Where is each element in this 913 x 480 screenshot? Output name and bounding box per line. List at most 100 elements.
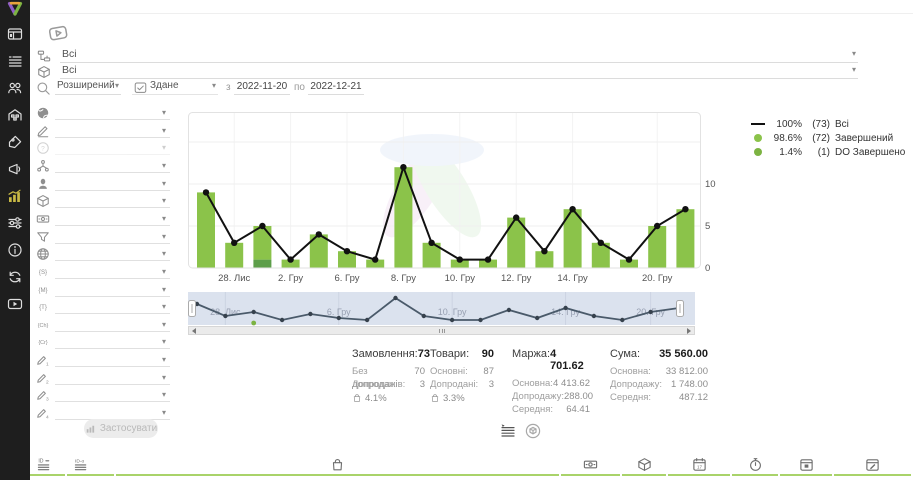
stat-title: Товари: xyxy=(430,348,469,360)
sidebar-item-announce[interactable] xyxy=(0,155,30,182)
stat-total: 4 701.62 xyxy=(550,348,590,372)
navigator-left-handle[interactable] xyxy=(188,300,196,317)
navigator-scrollbar[interactable] xyxy=(188,326,695,335)
sidebar-item-settings-sliders[interactable] xyxy=(0,209,30,236)
line-point xyxy=(513,214,519,220)
column-header-id-lines[interactable]: ID xyxy=(30,455,65,476)
search-icon xyxy=(36,81,51,96)
apply-button-label: Застосувати xyxy=(100,423,157,434)
column-header-calendar-edit[interactable] xyxy=(834,455,911,476)
sidebar-item-orders-list[interactable] xyxy=(0,47,30,74)
sidebar-item-customers[interactable] xyxy=(0,74,30,101)
chevron-down-icon: ▾ xyxy=(162,320,166,330)
filter-utm-source-select[interactable]: ▾ xyxy=(55,264,170,279)
column-header-money[interactable] xyxy=(561,455,620,476)
search-mode-select[interactable]: Розширений ▾ xyxy=(55,80,121,95)
orders-table-header: ID ID-o 17 xyxy=(30,455,913,478)
legend-item-2[interactable]: 1.4% (1) DO Завершено xyxy=(748,145,905,159)
package-icon xyxy=(637,457,652,472)
filter-custom-field-3-select[interactable]: ▾ xyxy=(55,387,170,402)
legend-count: (1) xyxy=(802,147,830,158)
utm-term-icon: {T} xyxy=(36,300,50,314)
filter-package-select[interactable]: ▾ xyxy=(55,193,170,208)
bag-percent-icon xyxy=(352,393,362,403)
y-tick-label: 10 xyxy=(705,179,716,190)
legend-item-1[interactable]: 98.6% (72) Завершений xyxy=(748,131,905,145)
package-view-icon[interactable] xyxy=(525,423,541,439)
legend-item-0[interactable]: 100% (73) Всі xyxy=(748,117,905,131)
dashboard-icon xyxy=(7,26,23,42)
scroll-right-icon[interactable] xyxy=(687,328,691,334)
filter-hierarchy-select[interactable]: ▾ xyxy=(55,158,170,173)
date-from-input[interactable]: 2022-11-20 xyxy=(234,80,290,95)
app-logo-icon[interactable] xyxy=(6,1,24,17)
scroll-left-icon[interactable] xyxy=(192,328,196,334)
filter-globe-select[interactable]: ▾ xyxy=(55,246,170,261)
column-header-calendar-date[interactable]: 17 xyxy=(668,455,730,476)
scrollbar-grip[interactable] xyxy=(439,329,445,333)
filter-money-select[interactable]: ▾ xyxy=(55,211,170,226)
sidebar-item-analytics[interactable] xyxy=(0,182,30,209)
filter-custom-field-4-select[interactable]: ▾ xyxy=(55,405,170,420)
column-header-package[interactable] xyxy=(622,455,666,476)
svg-text:{T}: {T} xyxy=(39,304,47,311)
stat-value: 4 413.62 xyxy=(553,377,590,390)
sidebar-item-warehouse[interactable] xyxy=(0,101,30,128)
filter-utm-term-select[interactable]: ▾ xyxy=(55,299,170,314)
filter-utm-creative-select[interactable]: ▾ xyxy=(55,334,170,349)
legend-pct: 100% xyxy=(768,119,802,130)
stat-row: Без допродажів:70 xyxy=(352,365,425,378)
sidebar-item-dashboard[interactable] xyxy=(0,20,30,47)
sidebar-item-promo[interactable] xyxy=(0,128,30,155)
pencil-lines-icon xyxy=(36,124,50,138)
column-header-bag[interactable] xyxy=(116,455,560,476)
column-header-clock[interactable] xyxy=(732,455,778,476)
id-lines-icon: ID xyxy=(37,457,52,472)
filter-person-select[interactable]: ▾ xyxy=(55,176,170,191)
date-to-input[interactable]: 2022-12-21 xyxy=(308,80,364,95)
stat-label: Основна: xyxy=(610,365,651,378)
filter-funnel-select[interactable]: ▾ xyxy=(55,229,170,244)
navigator-label: 6. Гру xyxy=(327,307,351,317)
chevron-down-icon: ▾ xyxy=(162,337,166,347)
stat-label: Допродані: xyxy=(352,378,400,391)
navigator-right-handle[interactable] xyxy=(676,300,684,317)
column-header-calendar-box[interactable] xyxy=(780,455,832,476)
view-toggles xyxy=(500,423,541,439)
status-filter-select[interactable]: Всі ▾ xyxy=(60,48,858,63)
product-filter-value: Всі xyxy=(62,64,77,76)
video-tutorial-icon xyxy=(47,22,70,45)
navigator-label: 10. Гру xyxy=(438,307,467,317)
sidebar-item-sync[interactable] xyxy=(0,263,30,290)
filter-world-select[interactable]: ▾ xyxy=(55,105,170,120)
filter-utm-medium-select[interactable]: ▾ xyxy=(55,282,170,297)
video-tutorial-button[interactable] xyxy=(47,21,72,43)
world-icon xyxy=(36,106,50,120)
product-filter-select[interactable]: Всі ▾ xyxy=(60,64,858,79)
svg-text:{Cr}: {Cr} xyxy=(38,341,48,347)
apply-button[interactable]: Застосувати xyxy=(84,419,158,438)
line-point xyxy=(457,256,463,262)
chevron-down-icon: ▾ xyxy=(162,196,166,206)
filter-custom-field-2-select[interactable]: ▾ xyxy=(55,370,170,385)
legend-line-marker xyxy=(751,123,765,125)
line-point xyxy=(400,164,406,170)
chevron-down-icon: ▾ xyxy=(162,232,166,242)
sidebar-item-info[interactable] xyxy=(0,236,30,263)
x-tick-label: 2. Гру xyxy=(278,273,303,284)
custom-field-2-icon: 2 xyxy=(36,371,50,385)
filter-utm-campaign-select[interactable]: ▾ xyxy=(55,317,170,332)
column-header-id-o-lines[interactable]: ID-o xyxy=(67,455,113,476)
stat-label: Середня: xyxy=(610,391,651,404)
chevron-down-icon: ▾ xyxy=(162,161,166,171)
filter-custom-field-1-select[interactable]: ▾ xyxy=(55,352,170,367)
date-type-select[interactable]: Здане ▾ xyxy=(132,80,218,95)
list-view-icon[interactable] xyxy=(500,423,516,439)
chevron-down-icon: ▾ xyxy=(162,179,166,189)
stat-value: 87 xyxy=(483,365,494,378)
stat-label: Середня: xyxy=(512,403,553,416)
sidebar xyxy=(0,0,30,480)
filter-pencil-lines-select[interactable]: ▾ xyxy=(55,123,170,138)
sidebar-item-video[interactable] xyxy=(0,290,30,317)
utm-medium-icon: {M} xyxy=(36,283,50,297)
